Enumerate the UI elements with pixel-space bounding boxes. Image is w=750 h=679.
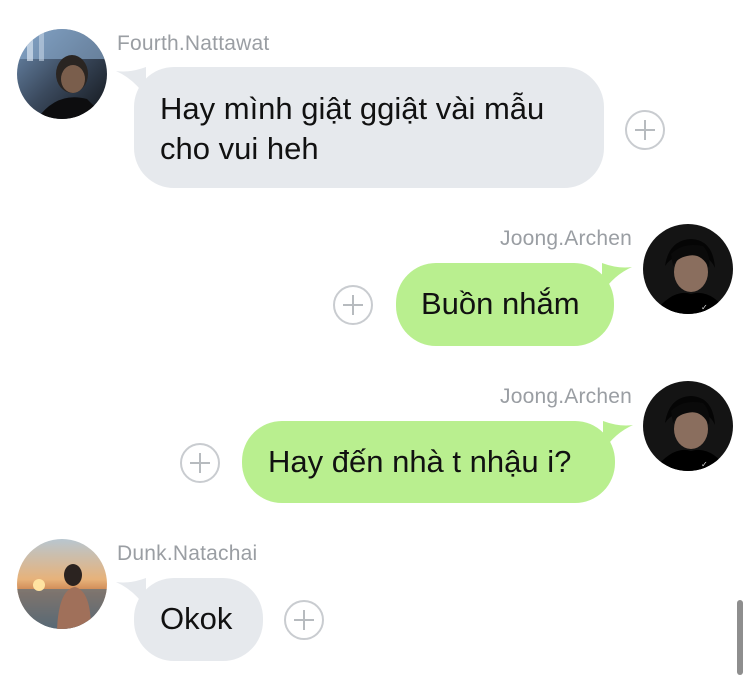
message-bubble[interactable]: Okok	[116, 578, 263, 661]
message-bubble[interactable]: Buồn nhắm	[396, 263, 632, 346]
svg-text:✓: ✓	[701, 303, 708, 312]
bubble-tail	[116, 578, 146, 608]
bubble-tail	[116, 67, 146, 97]
svg-text:✓: ✓	[701, 460, 708, 469]
message-text-line: Hay mình giật ggiật vài mẫu	[160, 91, 545, 126]
avatar-photo-icon	[17, 539, 107, 629]
avatar-fourth-nattawat[interactable]	[17, 29, 107, 119]
add-reaction-icon[interactable]	[333, 285, 373, 325]
bubble-tail	[603, 421, 633, 451]
avatar-photo-icon: ✓	[643, 224, 733, 314]
sender-name: Fourth.Nattawat	[117, 32, 270, 55]
message-text-line: Buồn nhắm	[421, 286, 580, 321]
add-reaction-icon[interactable]	[284, 600, 324, 640]
avatar-joong-archen[interactable]: ✓	[643, 224, 733, 314]
avatar-dunk-natachai[interactable]	[17, 539, 107, 629]
avatar-photo-icon	[17, 29, 107, 119]
message-text-line: Hay đến nhà t nhậu i?	[268, 444, 572, 479]
avatar-joong-archen[interactable]: ✓	[643, 381, 733, 471]
add-reaction-icon[interactable]	[625, 110, 665, 150]
message-text-line: cho vui heh	[160, 131, 319, 166]
scrollbar[interactable]	[737, 600, 743, 675]
sender-name: Dunk.Natachai	[117, 542, 258, 565]
message-text-line: Okok	[160, 601, 233, 636]
sender-name: Joong.Archen	[500, 385, 632, 408]
chat-view: Fourth.Nattawat Hay mình giật ggiật vài …	[0, 0, 750, 679]
bubble-tail	[602, 263, 632, 293]
message-bubble[interactable]: Hay đến nhà t nhậu i?	[242, 421, 633, 503]
avatar-photo-icon: ✓	[643, 381, 733, 471]
message-bubble[interactable]: Hay mình giật ggiật vài mẫu cho vui heh	[116, 67, 604, 188]
sender-name: Joong.Archen	[500, 227, 632, 250]
add-reaction-icon[interactable]	[180, 443, 220, 483]
